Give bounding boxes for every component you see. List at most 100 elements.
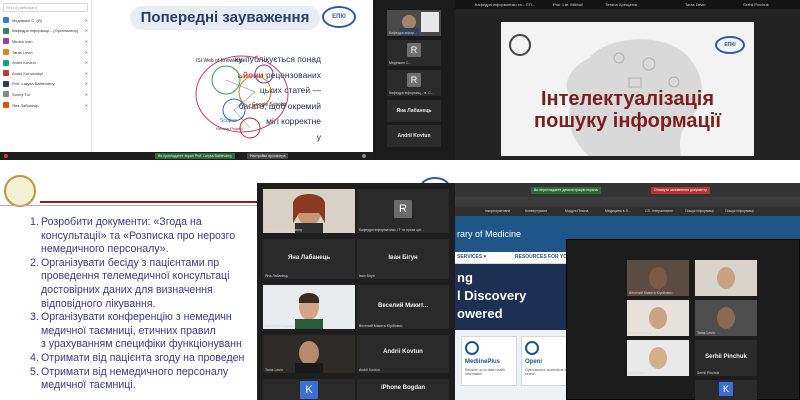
tile-name: Taras Levin bbox=[265, 368, 283, 372]
bookmark-item[interactable]: Пошук інформації bbox=[725, 209, 754, 213]
list-item: медичної таємниці, етичних правил bbox=[41, 324, 216, 337]
name-tile[interactable]: Andrii Kovtun Andrii Kovtun bbox=[357, 335, 449, 373]
list-item: проведення телемедичної консультаці bbox=[41, 270, 230, 283]
name-tile[interactable]: Яна Лабанець Яна Лабанець bbox=[263, 239, 355, 279]
zoom-gallery-overlay: Веселий Микита Юрійович Яна Лабанець Tar… bbox=[566, 239, 800, 400]
strip-name: Тетяна Хрещатик bbox=[605, 2, 638, 7]
participant-row[interactable]: Медінкалі С. (Я) ✕ bbox=[0, 15, 91, 26]
hero-line: l Discovery bbox=[457, 288, 527, 303]
network-graph-illustration: ISI Web of Knowledge Google Scholar Scop… bbox=[195, 55, 289, 139]
address-bar[interactable] bbox=[455, 197, 800, 207]
participant-name: Andrii Kurnovskyi bbox=[12, 70, 43, 76]
video-tile[interactable]: K bbox=[263, 379, 355, 400]
avatar bbox=[3, 38, 9, 45]
list-item: 5. Отримати від немедичного персоналу bbox=[30, 365, 229, 378]
hero-line: owered bbox=[457, 306, 503, 321]
webcam-image bbox=[695, 260, 757, 296]
stop-sharing-button[interactable]: Оглянути заповнення документу bbox=[651, 187, 710, 194]
participant-name: Яна Лабанець bbox=[12, 102, 39, 108]
meeting-footer-bar: Ви проглядаєте екран Prof. Larysa Babiev… bbox=[0, 152, 373, 160]
muted-mic-icon[interactable]: ✕ bbox=[85, 60, 88, 65]
shared-slide: Попередні зауваження ЕПКІ ку публікуєтьс… bbox=[92, 0, 373, 152]
tile-name: Кафедра інфор... bbox=[389, 31, 418, 35]
tile-big-name: iPhone Bogdan bbox=[381, 385, 425, 391]
video-tile[interactable]: Іван Бігун bbox=[627, 340, 689, 376]
avatar bbox=[3, 17, 9, 24]
muted-mic-icon[interactable]: ✕ bbox=[85, 92, 88, 97]
list-item: відповідного лікування. bbox=[41, 297, 156, 310]
muted-mic-icon[interactable]: ✕ bbox=[85, 18, 88, 23]
bookmark-item[interactable]: Конвертувати bbox=[525, 209, 547, 213]
participant-row[interactable]: Mimka Ivan ✕ bbox=[0, 36, 91, 47]
video-tile[interactable]: Prof. Larysa Babievamy bbox=[263, 189, 355, 233]
participant-row[interactable]: Яна Лабанець ✕ bbox=[0, 100, 91, 111]
medlineplus-card[interactable]: MedlinePlus Reliable up-to-date health i… bbox=[461, 336, 517, 386]
video-tile[interactable] bbox=[695, 260, 757, 296]
video-tile[interactable]: R Кафедра інформатики, ІТ та проза цін..… bbox=[357, 189, 449, 233]
participant-row[interactable]: Taras Levin ✕ bbox=[0, 47, 91, 58]
muted-mic-icon[interactable]: ✕ bbox=[85, 28, 88, 33]
participant-row[interactable]: Andrii Kovtun ✕ bbox=[0, 57, 91, 68]
browser-tab-strip: Ви переглядаєте демонстрацію екрана Огля… bbox=[455, 183, 800, 197]
name-tile[interactable]: Яна Лабанець bbox=[387, 100, 441, 122]
avatar-letter: R bbox=[407, 43, 421, 57]
video-tile[interactable]: Кафедра інфор... bbox=[387, 10, 441, 36]
participant-row[interactable]: Prof. Larysa Babievamy ✕ bbox=[0, 79, 91, 90]
name-tile[interactable]: Serhii Pinchuk Serhii Pinchuk bbox=[695, 340, 757, 376]
bookmark-item[interactable]: Інкорпоративне bbox=[485, 209, 510, 213]
video-tile[interactable]: Taras Levin bbox=[263, 335, 355, 373]
muted-mic-icon[interactable]: ✕ bbox=[85, 103, 88, 108]
bookmark-item[interactable]: Модулі Пільна bbox=[565, 209, 588, 213]
bookmark-item[interactable]: CS. Інтерактивне bbox=[645, 209, 673, 213]
tile-big-name: Andrii Kovtun bbox=[383, 349, 423, 355]
strip-name: Taras Levin bbox=[685, 2, 706, 7]
avatar-letter: K bbox=[300, 381, 318, 399]
name-tile[interactable]: Andrii Kovtun bbox=[387, 125, 441, 147]
participant-search-input[interactable]: Find a participant bbox=[3, 3, 88, 12]
participants-strip: Кафедра інформатики та... ЕП... Prof. La… bbox=[455, 0, 800, 9]
tile-name: Prof. Larysa Babievamy bbox=[265, 228, 303, 232]
muted-mic-icon[interactable]: ✕ bbox=[85, 50, 88, 55]
name-tile[interactable]: Веселий Микит... Веселий Микита Юрійович bbox=[357, 285, 449, 329]
bookmark-item[interactable]: Медицина в Л... bbox=[605, 209, 631, 213]
nav-services[interactable]: SERVICES ▾ bbox=[457, 254, 486, 260]
avatar bbox=[3, 91, 9, 98]
muted-mic-icon[interactable]: ✕ bbox=[85, 81, 88, 86]
strip-name: Prof. Lar. Mikhail bbox=[553, 2, 583, 7]
participants-and-slide-window: Find a participant Медінкалі С. (Я) ✕ Кафе… bbox=[0, 0, 373, 160]
video-tile[interactable]: Taras Levin bbox=[695, 300, 757, 336]
view-options-button[interactable]: Настройки просмотра bbox=[247, 153, 289, 159]
webcam-image bbox=[263, 189, 355, 233]
participant-row[interactable]: Andrii Kurnovskyi ✕ bbox=[0, 68, 91, 79]
participant-name: Mimka Ivan bbox=[12, 38, 33, 44]
participant-name: Prof. Larysa Babievamy bbox=[12, 81, 55, 87]
muted-mic-icon[interactable]: ✕ bbox=[85, 39, 88, 44]
video-tile[interactable]: Катерина Бондар bbox=[263, 285, 355, 329]
graph-label-wos: ISI Web of Knowledge bbox=[196, 58, 246, 64]
participant-name: Taras Levin bbox=[12, 49, 33, 55]
name-tile[interactable]: Іван Бігун Іван Бігун bbox=[357, 239, 449, 279]
more-icon[interactable] bbox=[362, 154, 366, 158]
muted-mic-icon[interactable]: ✕ bbox=[85, 71, 88, 76]
browser-window: Ви переглядаєте демонстрацію екрана Огля… bbox=[455, 183, 800, 400]
video-tile[interactable]: Яна Лабанець bbox=[627, 300, 689, 336]
tile-big-name: Іван Бігун bbox=[388, 255, 418, 261]
tile-name: Катерина Бондар bbox=[265, 324, 294, 328]
tile-name: Кафедра інформатики, ІТ та проза цін... bbox=[359, 228, 424, 232]
gallery-view-window: Prof. Larysa Babievamy R Кафедра інформа… bbox=[257, 183, 455, 400]
name-tile[interactable]: iPhone Bogdan bbox=[357, 379, 449, 400]
slide-title: Інтелектуалізація пошуку інформації bbox=[534, 88, 721, 132]
list-item: немедичного персоналу». bbox=[41, 243, 169, 256]
university-logo bbox=[509, 34, 531, 56]
video-tile[interactable]: K bbox=[695, 380, 757, 400]
list-item: достовірних даних для визначення bbox=[41, 283, 213, 296]
list-item: 3. Організувати конференцію з немедичн bbox=[30, 311, 232, 324]
bookmark-item[interactable]: Пошук інформації bbox=[685, 209, 714, 213]
video-tile[interactable]: R Кафедра інформац... в. С... bbox=[387, 70, 441, 96]
video-tile[interactable]: R Медінкалі С... bbox=[387, 40, 441, 66]
list-item: 4. Отримати від пацієнта згоду на проведе… bbox=[30, 351, 245, 364]
video-tile[interactable]: Веселий Микита Юрійович bbox=[627, 260, 689, 296]
participant-name: Andrii Kovtun bbox=[12, 60, 36, 66]
participant-row[interactable]: Кафедра інформаці... (Організатор) ✕ bbox=[0, 26, 91, 37]
participant-row[interactable]: Sonny Tul ✕ bbox=[0, 89, 91, 100]
